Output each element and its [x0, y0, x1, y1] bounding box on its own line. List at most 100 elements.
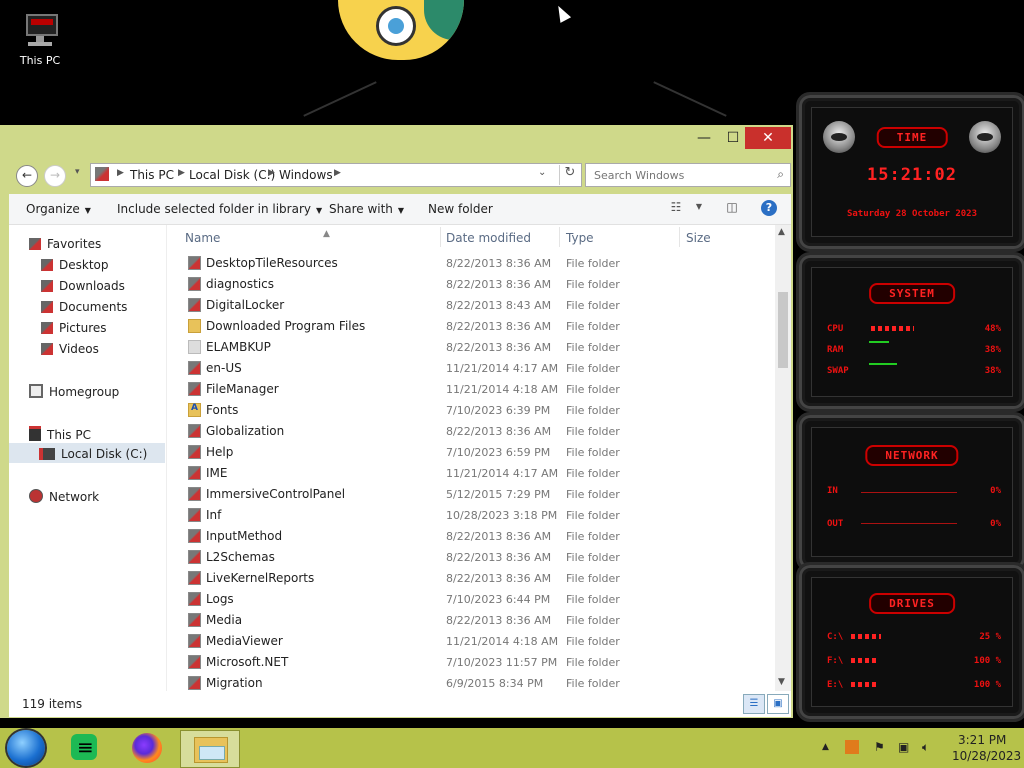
drive-c-value: 25 %	[979, 632, 1001, 642]
table-row[interactable]: Migration 6/9/2015 8:34 PM File folder	[166, 673, 775, 691]
table-row[interactable]: Inf 10/28/2023 3:18 PM File folder	[166, 505, 775, 526]
address-bar[interactable]: ▶ This PC ▶ Local Disk (C:) ▶ Windows ▶ …	[90, 163, 582, 187]
organize-button[interactable]: Organize ▼	[26, 202, 91, 216]
table-row[interactable]: FileManager 11/21/2014 4:18 AM File folder	[166, 379, 775, 400]
file-type: File folder	[566, 572, 620, 585]
table-row[interactable]: Fonts 7/10/2023 6:39 PM File folder	[166, 400, 775, 421]
share-with-button[interactable]: Share with ▼	[329, 202, 404, 216]
table-row[interactable]: DesktopTileResources 8/22/2013 8:36 AM Fil…	[166, 253, 775, 274]
maximize-button[interactable]: ☐	[720, 127, 746, 149]
nav-local-disk[interactable]: Local Disk (C:)	[39, 447, 147, 461]
scroll-down-icon[interactable]: ▼	[778, 677, 785, 687]
search-input[interactable]	[592, 164, 766, 186]
nav-documents[interactable]: Documents	[41, 300, 127, 314]
details-view-icon[interactable]: ☰	[743, 694, 765, 714]
nav-favorites[interactable]: Favorites	[29, 237, 101, 251]
taskbar-app-spotify[interactable]	[55, 730, 113, 766]
vertical-scrollbar[interactable]: ▲ ▼	[775, 225, 791, 691]
column-divider[interactable]	[679, 227, 680, 247]
nav-desktop[interactable]: Desktop	[41, 258, 109, 272]
nav-pictures[interactable]: Pictures	[41, 321, 107, 335]
table-row[interactable]: InputMethod 8/22/2013 8:36 AM File folder	[166, 526, 775, 547]
search-icon[interactable]: ⌕	[777, 167, 784, 182]
view-options-dropdown[interactable]: ▼	[690, 202, 708, 218]
large-icons-view-icon[interactable]: ▣	[767, 694, 789, 714]
table-row[interactable]: Media 8/22/2013 8:36 AM File folder	[166, 610, 775, 631]
column-divider[interactable]	[559, 227, 560, 247]
show-hidden-icons[interactable]: ▲	[822, 742, 829, 752]
address-row: ← → ▾ ▶ This PC ▶ Local Disk (C:) ▶ Wind…	[0, 161, 793, 189]
table-row[interactable]: Globalization 8/22/2013 8:36 AM File folde…	[166, 421, 775, 442]
scrollbar-thumb[interactable]	[778, 292, 788, 368]
table-row[interactable]: IME 11/21/2014 4:17 AM File folder	[166, 463, 775, 484]
back-button[interactable]: ←	[16, 165, 38, 187]
navigation-pane: Favorites Desktop Downloads Documents Pi…	[9, 225, 167, 691]
network-tray-icon[interactable]: ▣	[898, 740, 909, 754]
search-box[interactable]: ⌕	[585, 163, 791, 187]
scroll-up-icon[interactable]: ▲	[778, 227, 785, 237]
change-view-icon[interactable]: ☷	[667, 200, 685, 216]
taskbar-clock-time[interactable]: 3:21 PM	[958, 733, 1006, 747]
drive-e-value: 100 %	[973, 680, 1001, 690]
folder-icon	[188, 298, 201, 312]
column-divider[interactable]	[440, 227, 441, 247]
taskbar-app-firefox[interactable]	[118, 730, 176, 766]
new-folder-button[interactable]: New folder	[428, 202, 493, 216]
column-header-name[interactable]: Name ▲	[185, 229, 330, 245]
table-row[interactable]: L2Schemas 8/22/2013 8:36 AM File folder	[166, 547, 775, 568]
breadcrumb-local-disk[interactable]: Local Disk (C:)	[189, 168, 275, 182]
minimize-button[interactable]: —	[691, 127, 717, 149]
file-type: File folder	[566, 320, 620, 333]
table-row[interactable]: diagnostics 8/22/2013 8:36 AM File folder	[166, 274, 775, 295]
table-row[interactable]: LiveKernelReports 8/22/2013 8:36 AM File f…	[166, 568, 775, 589]
table-row[interactable]: Microsoft.NET 7/10/2023 11:57 PM File fold…	[166, 652, 775, 673]
column-header-type[interactable]: Type	[566, 231, 594, 245]
chevron-right-icon[interactable]: ▶	[268, 168, 275, 178]
start-button[interactable]	[7, 730, 45, 766]
yellow-folder-icon	[188, 319, 201, 333]
breadcrumb-windows[interactable]: Windows	[279, 168, 333, 182]
table-row[interactable]: Downloaded Program Files 8/22/2013 8:36 A…	[166, 316, 775, 337]
app-tray-icon[interactable]	[845, 740, 859, 754]
volume-icon[interactable]: 🔈︎	[922, 740, 929, 755]
chevron-right-icon[interactable]: ▶	[334, 168, 341, 178]
title-bar[interactable]: — ☐ ✕	[0, 125, 793, 151]
content-area: Favorites Desktop Downloads Documents Pi…	[9, 225, 791, 691]
nav-network[interactable]: Network	[29, 489, 99, 504]
file-name: Inf	[206, 508, 222, 522]
address-history-dropdown[interactable]: ⌄	[538, 167, 546, 178]
nav-videos[interactable]: Videos	[41, 342, 99, 356]
forward-button[interactable]: →	[44, 165, 66, 187]
table-row[interactable]: Logs 7/10/2023 6:44 PM File folder	[166, 589, 775, 610]
table-row[interactable]: DigitalLocker 8/22/2013 8:43 AM File folde…	[166, 295, 775, 316]
network-label: NETWORK	[865, 445, 959, 466]
table-row[interactable]: en-US 11/21/2014 4:17 AM File folder	[166, 358, 775, 379]
swap-graph	[869, 363, 897, 365]
chevron-right-icon[interactable]: ▶	[178, 168, 185, 178]
column-header-size[interactable]: Size	[686, 231, 711, 245]
nav-downloads[interactable]: Downloads	[41, 279, 125, 293]
taskbar-clock-date[interactable]: 10/28/2023	[952, 749, 1021, 763]
include-in-library-button[interactable]: Include selected folder in library ▼	[117, 202, 322, 216]
table-row[interactable]: Help 7/10/2023 6:59 PM File folder	[166, 442, 775, 463]
preview-pane-icon[interactable]: ◫	[723, 200, 741, 216]
firefox-icon	[132, 733, 162, 763]
help-icon[interactable]: ?	[761, 200, 777, 216]
desktop-icon-this-pc[interactable]: This PC	[14, 10, 66, 67]
column-header-date[interactable]: Date modified	[446, 231, 531, 245]
nav-label: Favorites	[47, 237, 102, 251]
folder-icon	[188, 445, 201, 459]
recent-locations-dropdown[interactable]: ▾	[75, 167, 80, 177]
taskbar-app-file-explorer[interactable]	[180, 730, 240, 768]
nav-this-pc[interactable]: This PC	[29, 426, 91, 442]
nav-homegroup[interactable]: Homegroup	[29, 384, 119, 399]
refresh-icon[interactable]: ↻	[559, 165, 580, 185]
table-row[interactable]: ImmersiveControlPanel 5/12/2015 7:29 PM Fi…	[166, 484, 775, 505]
table-row[interactable]: MediaViewer 11/21/2014 4:18 AM File folder	[166, 631, 775, 652]
breadcrumb-this-pc[interactable]: This PC	[130, 168, 174, 182]
computer-icon	[29, 426, 41, 441]
table-row[interactable]: ELAMBKUP 8/22/2013 8:36 AM File folder	[166, 337, 775, 358]
action-center-flag-icon[interactable]: ⚑	[874, 740, 885, 754]
chevron-right-icon[interactable]: ▶	[117, 168, 124, 178]
close-button[interactable]: ✕	[745, 127, 791, 149]
